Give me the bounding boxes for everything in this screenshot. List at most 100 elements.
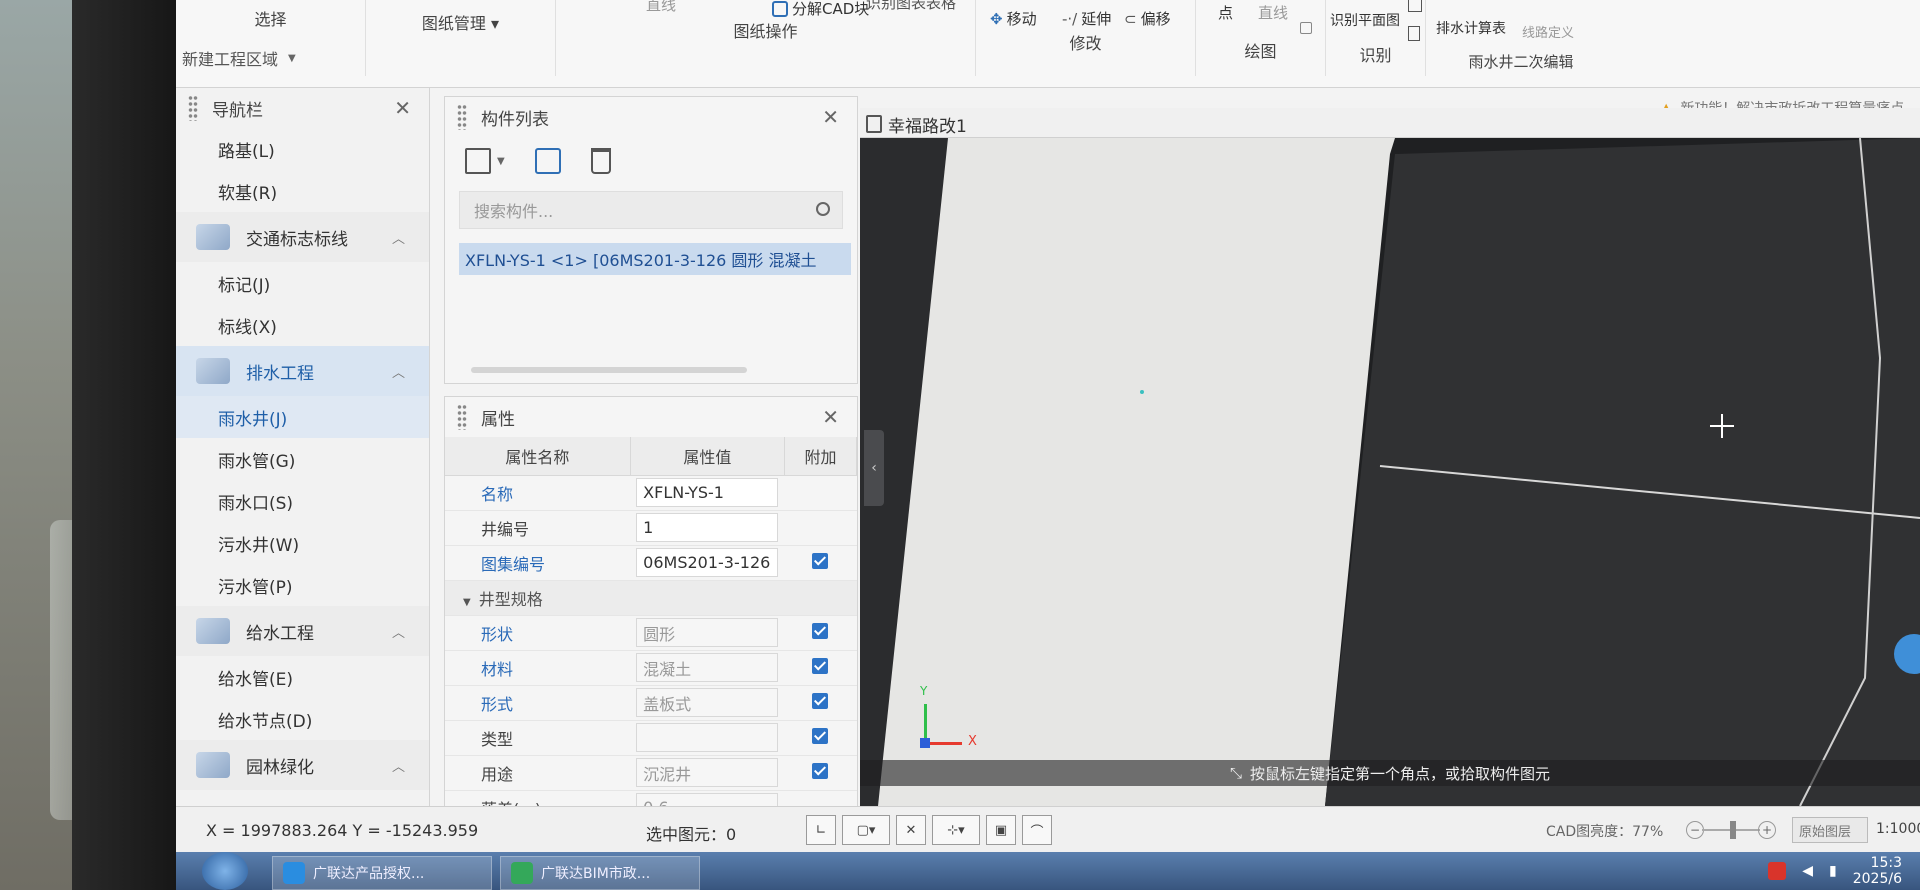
collapse-panel-button[interactable]: ‹ bbox=[864, 430, 884, 506]
line-define-button[interactable]: 线路定义 bbox=[1522, 22, 1574, 41]
cad-boundary bbox=[1799, 138, 1882, 806]
close-icon[interactable]: ✕ bbox=[822, 405, 839, 429]
brightness-slider[interactable]: − + bbox=[1686, 819, 1776, 841]
nav-item-mark[interactable]: 标记(J) bbox=[176, 262, 429, 304]
nav-item-sewage-pipe[interactable]: 污水管(P) bbox=[176, 564, 429, 606]
line-button[interactable]: 直线 bbox=[646, 0, 676, 15]
property-name: 形式 bbox=[445, 685, 631, 721]
start-button-icon[interactable] bbox=[202, 852, 248, 890]
nav-group-traffic[interactable]: 交通标志标线 ︿ bbox=[176, 212, 429, 262]
scale-readout[interactable]: 1:1000 bbox=[1876, 821, 1920, 837]
copy-icon[interactable] bbox=[534, 148, 561, 174]
taskbar-item-license[interactable]: 广联达产品授权... bbox=[272, 856, 492, 890]
drawing-canvas[interactable]: Y X bbox=[860, 138, 1920, 806]
volume-icon[interactable]: ◀ bbox=[1802, 863, 1813, 879]
explode-label: 分解CAD块 bbox=[792, 0, 870, 18]
cross-icon[interactable]: ✕ bbox=[896, 815, 926, 845]
search-placeholder: 搜索构件... bbox=[474, 202, 554, 221]
search-input[interactable]: 搜索构件... bbox=[459, 191, 843, 229]
collapse-icon[interactable]: ▼ bbox=[463, 597, 471, 608]
extend-button[interactable]: -·/延伸 bbox=[1062, 8, 1111, 29]
tab-drawing[interactable]: 幸福路改1 bbox=[866, 110, 967, 138]
document-icon bbox=[866, 115, 882, 133]
recognize-plan-button[interactable]: 识别平面图 bbox=[1330, 10, 1400, 30]
close-icon[interactable]: ✕ bbox=[394, 96, 411, 120]
app-screen: 选择 图纸管理 ▾ 直线 分解CAD块 识别图表表格 图纸操作 ✥ 移动 -·/延… bbox=[176, 0, 1920, 890]
tray-app-icon[interactable] bbox=[1768, 862, 1787, 880]
explode-cad-button[interactable]: 分解CAD块 bbox=[772, 0, 869, 19]
network-icon[interactable]: ▮ bbox=[1829, 863, 1837, 879]
offset-button[interactable]: ⊂ 偏移 bbox=[1124, 8, 1171, 29]
cad-table-label: 识别图表表格 bbox=[866, 0, 957, 12]
drag-handle-icon[interactable] bbox=[457, 404, 467, 430]
nav-group-landscape[interactable]: 园林绿化 ︿ bbox=[176, 740, 429, 790]
clock-time: 15:3 bbox=[1870, 855, 1902, 871]
draw-line-button[interactable]: 直线 bbox=[1258, 2, 1288, 23]
drag-handle-icon[interactable] bbox=[457, 104, 467, 130]
nav-item-marking[interactable]: 标线(X) bbox=[176, 304, 429, 346]
checkbox[interactable] bbox=[812, 552, 829, 569]
table-group-row[interactable]: ▼ 井型规格 bbox=[445, 580, 857, 616]
nav-group-drainage[interactable]: 排水工程 ︿ bbox=[176, 346, 429, 396]
checkbox[interactable] bbox=[812, 727, 829, 744]
move-button[interactable]: ✥ 移动 bbox=[990, 8, 1037, 29]
property-value-input[interactable]: 盖板式 bbox=[636, 688, 779, 717]
extend-label: 延伸 bbox=[1081, 10, 1112, 28]
new-component-icon[interactable] bbox=[465, 148, 491, 174]
doc-icon[interactable] bbox=[1408, 26, 1420, 41]
snap-icon[interactable]: ⊹▾ bbox=[932, 815, 980, 845]
property-value-input[interactable]: 圆形 bbox=[636, 618, 779, 647]
rect-select-icon[interactable]: ▢▾ bbox=[842, 815, 890, 845]
search-icon[interactable] bbox=[816, 202, 830, 216]
curve-icon[interactable]: ⌒ bbox=[1022, 815, 1052, 845]
drawing-manage-dropdown[interactable]: 图纸管理 ▾ bbox=[366, 10, 555, 34]
delete-icon[interactable] bbox=[590, 148, 611, 174]
plus-icon[interactable]: + bbox=[1758, 821, 1776, 839]
layer-icon[interactable]: ▣ bbox=[986, 815, 1016, 845]
nav-item-rain-inlet[interactable]: 雨水口(S) bbox=[176, 480, 429, 522]
clock[interactable]: 15:3 2025/6 bbox=[1853, 855, 1902, 887]
rect-tool-icon[interactable] bbox=[1300, 22, 1312, 34]
layer-mode-select[interactable]: 原始图层 bbox=[1792, 817, 1868, 843]
list-item[interactable]: XFLN-YS-1 <1> [06MS201-3-126 圆形 混凝土 bbox=[459, 243, 851, 275]
checkbox[interactable] bbox=[812, 762, 829, 779]
drag-handle-icon[interactable] bbox=[188, 95, 198, 121]
nav-item-rain-pipe[interactable]: 雨水管(G) bbox=[176, 438, 429, 480]
nav-item-soft-base[interactable]: 软基(R) bbox=[176, 170, 429, 212]
taskbar-label: 广联达产品授权... bbox=[313, 866, 425, 882]
table-icon[interactable] bbox=[1408, 0, 1422, 12]
point-button[interactable]: 点 bbox=[1218, 2, 1233, 23]
property-value-input[interactable]: 混凝土 bbox=[636, 653, 779, 682]
property-value-input[interactable]: 06MS201-3-126 bbox=[636, 548, 779, 577]
ribbon-group-draw: 点 直线 绘图 bbox=[1196, 0, 1326, 76]
property-value-input[interactable] bbox=[636, 723, 779, 752]
checkbox[interactable] bbox=[812, 657, 829, 674]
checkbox[interactable] bbox=[812, 692, 829, 709]
nav-group-water-supply[interactable]: 给水工程 ︿ bbox=[176, 606, 429, 656]
nav-item-supply-pipe[interactable]: 给水管(E) bbox=[176, 656, 429, 698]
horizontal-scrollbar[interactable] bbox=[471, 367, 747, 373]
property-value-input[interactable]: XFLN-YS-1 bbox=[636, 478, 779, 507]
nav-item-roadbed[interactable]: 路基(L) bbox=[176, 128, 429, 170]
navigation-panel: 导航栏 ✕ 路基(L) 软基(R) 交通标志标线 ︿ 标记(J) 标线(X) 排… bbox=[176, 88, 430, 816]
checkbox[interactable] bbox=[812, 622, 829, 639]
chevron-down-icon[interactable]: ▼ bbox=[497, 156, 505, 167]
nav-item-rain-well[interactable]: 雨水井(J) bbox=[176, 396, 429, 438]
chevron-up-icon: ︿ bbox=[391, 365, 405, 381]
taskbar-item-bim[interactable]: 广联达BIM市政... bbox=[500, 856, 700, 890]
region-selector[interactable]: 新建工程区域 ▼ bbox=[176, 40, 656, 76]
prompt-text: 按鼠标左键指定第一个角点，或拾取构件图元 bbox=[1250, 764, 1551, 783]
drain-calc-button[interactable]: 排水计算表 bbox=[1436, 18, 1506, 38]
ribbon-group-title[interactable]: 选择 bbox=[176, 6, 365, 30]
offset-icon: ⊂ bbox=[1124, 9, 1137, 28]
ribbon-group-title: 图纸操作 bbox=[733, 22, 798, 41]
property-value-input[interactable]: 1 bbox=[636, 513, 779, 542]
ortho-icon[interactable]: ∟ bbox=[806, 815, 836, 845]
nav-item-supply-node[interactable]: 给水节点(D) bbox=[176, 698, 429, 740]
axis-x bbox=[926, 742, 962, 745]
close-icon[interactable]: ✕ bbox=[822, 105, 839, 129]
nav-item-sewage-well[interactable]: 污水井(W) bbox=[176, 522, 429, 564]
cad-table-button[interactable]: 识别图表表格 bbox=[866, 0, 956, 13]
property-value-input[interactable]: 沉泥井 bbox=[636, 758, 779, 787]
slider-thumb[interactable] bbox=[1730, 821, 1736, 839]
